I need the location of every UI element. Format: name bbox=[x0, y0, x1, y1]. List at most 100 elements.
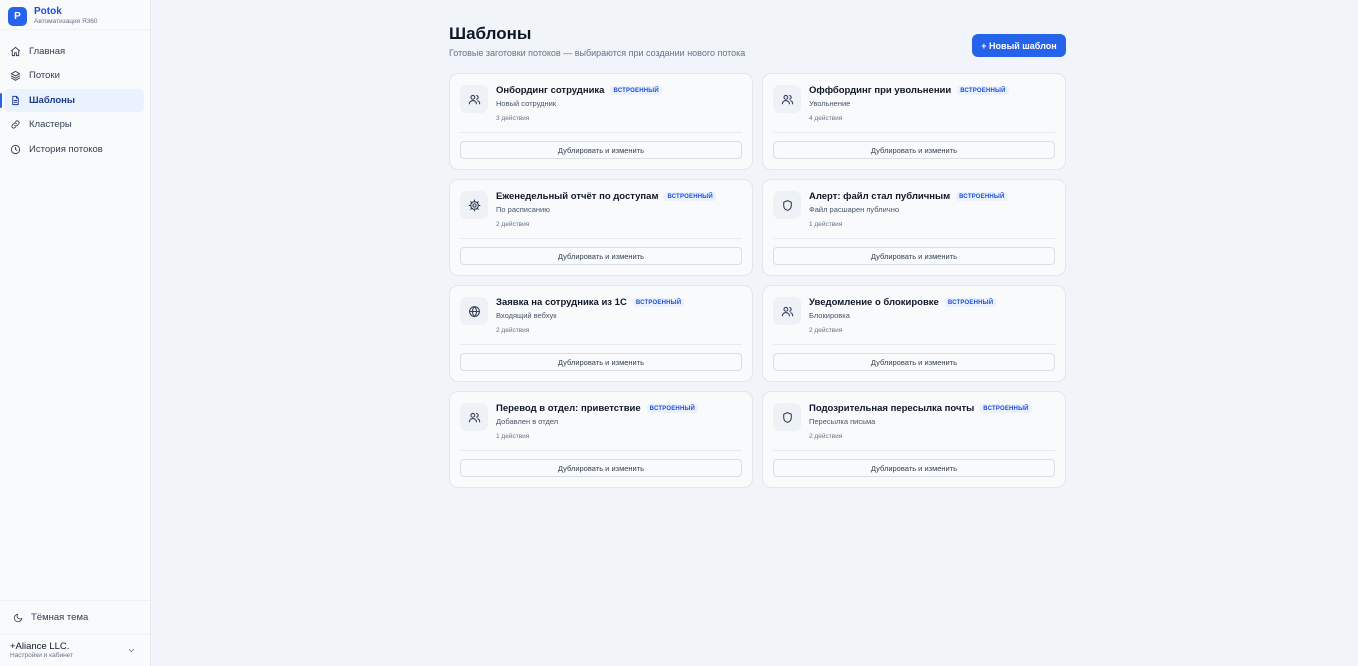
template-card: Алерт: файл стал публичным ВСТРОЕННЫЙ Файл… bbox=[762, 179, 1066, 276]
divider bbox=[773, 450, 1055, 451]
template-trigger: Увольнение bbox=[809, 99, 851, 108]
template-trigger: Новый сотрудник bbox=[496, 99, 557, 108]
clock-icon bbox=[10, 144, 21, 154]
template-card: Оффбординг при увольнении ВСТРОЕННЫЙ Уволь… bbox=[762, 73, 1066, 170]
template-actions-count: 2 действия bbox=[809, 327, 843, 334]
duplicate-edit-button[interactable]: Дублировать и изменить bbox=[773, 353, 1055, 371]
template-title: Уведомление о блокировке bbox=[809, 297, 939, 308]
account-name: +Aliance LLC. bbox=[10, 640, 70, 652]
duplicate-edit-button[interactable]: Дублировать и изменить bbox=[773, 141, 1055, 159]
template-trigger: Блокировка bbox=[809, 311, 850, 320]
template-title: Перевод в отдел: приветствие bbox=[496, 403, 641, 414]
globe-icon bbox=[468, 305, 480, 317]
template-card: Еженедельный отчёт по доступам ВСТРОЕННЫЙ… bbox=[449, 179, 753, 276]
template-title: Алерт: файл стал публичным bbox=[809, 191, 951, 202]
template-title: Подозрительная пересылка почты bbox=[809, 403, 975, 414]
template-card: Подозрительная пересылка почты ВСТРОЕННЫЙ… bbox=[762, 391, 1066, 488]
account-menu[interactable]: +Aliance LLC. Настройки и кабинет bbox=[0, 634, 150, 666]
template-title: Еженедельный отчёт по доступам bbox=[496, 191, 659, 202]
users-icon bbox=[781, 94, 793, 104]
sidebar-item-flows[interactable]: Потоки bbox=[4, 64, 144, 87]
sidebar-item-history[interactable]: История потоков bbox=[4, 138, 144, 161]
template-actions-count: 2 действия bbox=[496, 221, 530, 228]
template-card: Уведомление о блокировке ВСТРОЕННЫЙ Блокир… bbox=[762, 285, 1066, 382]
divider bbox=[460, 238, 742, 239]
divider bbox=[460, 132, 742, 133]
template-card: Заявка на сотрудника из 1С ВСТРОЕННЫЙ Вход… bbox=[449, 285, 753, 382]
template-trigger: Пересылка письма bbox=[809, 417, 876, 426]
duplicate-edit-button[interactable]: Дублировать и изменить bbox=[460, 353, 742, 371]
template-title: Оффбординг при увольнении bbox=[809, 85, 952, 96]
builtin-badge: ВСТРОЕННЫЙ bbox=[632, 298, 685, 307]
builtin-badge: ВСТРОЕННЫЙ bbox=[664, 192, 716, 201]
template-actions-count: 3 действия bbox=[496, 115, 530, 122]
builtin-badge: ВСТРОЕННЫЙ bbox=[646, 404, 699, 413]
template-title: Онбординг сотрудника bbox=[496, 85, 605, 96]
template-actions-count: 1 действия bbox=[496, 433, 530, 440]
sidebar-item-home[interactable]: Главная bbox=[4, 40, 144, 63]
gear-icon bbox=[468, 199, 480, 211]
divider bbox=[773, 132, 1055, 133]
duplicate-edit-button[interactable]: Дублировать и изменить bbox=[460, 247, 742, 265]
template-icon-box bbox=[460, 297, 488, 325]
divider bbox=[773, 344, 1055, 345]
brand[interactable]: P Potok Автоматизация Я360 bbox=[0, 0, 150, 30]
theme-toggle[interactable]: Тёмная тема bbox=[0, 600, 150, 634]
chevron-down-icon bbox=[128, 649, 135, 652]
document-icon bbox=[12, 95, 19, 105]
duplicate-edit-button[interactable]: Дублировать и изменить bbox=[460, 459, 742, 477]
builtin-badge: ВСТРОЕННЫЙ bbox=[980, 404, 1032, 413]
shield-icon bbox=[782, 199, 792, 211]
sidebar-item-label: Шаблоны bbox=[29, 94, 76, 106]
template-icon-box bbox=[460, 403, 488, 431]
builtin-badge: ВСТРОЕННЫЙ bbox=[957, 86, 1009, 95]
sidebar-item-label: Кластеры bbox=[29, 119, 72, 130]
template-card: Онбординг сотрудника ВСТРОЕННЫЙ Новый сотр… bbox=[449, 73, 753, 170]
duplicate-edit-button[interactable]: Дублировать и изменить bbox=[460, 141, 742, 159]
template-title: Заявка на сотрудника из 1С bbox=[496, 297, 627, 308]
account-subtitle: Настройки и кабинет bbox=[10, 652, 74, 659]
templates-grid: Онбординг сотрудника ВСТРОЕННЫЙ Новый сотр… bbox=[449, 73, 1066, 488]
sidebar-item-clusters[interactable]: Кластеры bbox=[4, 113, 144, 136]
template-actions-count: 4 действия bbox=[809, 115, 843, 122]
layers-icon bbox=[10, 70, 21, 81]
template-icon-box bbox=[773, 191, 801, 219]
link-icon bbox=[11, 120, 20, 129]
home-icon bbox=[10, 46, 21, 56]
template-icon-box bbox=[773, 403, 801, 431]
sidebar-item-templates[interactable]: Шаблоны bbox=[0, 88, 144, 112]
builtin-badge: ВСТРОЕННЫЙ bbox=[956, 192, 1008, 201]
template-trigger: Добавлен в отдел bbox=[496, 417, 559, 426]
sidebar-item-label: Главная bbox=[29, 45, 66, 57]
template-icon-box bbox=[773, 297, 801, 325]
brand-subtitle: Автоматизация Я360 bbox=[34, 18, 98, 26]
shield-icon bbox=[782, 411, 792, 423]
sidebar: P Potok Автоматизация Я360 Главная Потоки… bbox=[0, 0, 151, 666]
template-trigger: Входящий вебхук bbox=[496, 311, 557, 320]
template-actions-count: 1 действия bbox=[809, 221, 843, 228]
divider bbox=[460, 344, 742, 345]
sidebar-item-label: Потоки bbox=[29, 70, 60, 81]
template-icon-box bbox=[460, 85, 488, 113]
page-header: Шаблоны Готовые заготовки потоков — выби… bbox=[449, 24, 1066, 64]
duplicate-edit-button[interactable]: Дублировать и изменить bbox=[773, 459, 1055, 477]
brand-name: Potok bbox=[34, 6, 62, 18]
template-trigger: По расписанию bbox=[496, 205, 550, 214]
sidebar-item-label: История потоков bbox=[29, 143, 103, 155]
builtin-badge: ВСТРОЕННЫЙ bbox=[944, 298, 997, 307]
brand-logo: P bbox=[8, 7, 27, 26]
users-icon bbox=[468, 94, 480, 104]
template-actions-count: 2 действия bbox=[809, 433, 843, 440]
divider bbox=[773, 238, 1055, 239]
builtin-badge: ВСТРОЕННЫЙ bbox=[610, 86, 662, 95]
duplicate-edit-button[interactable]: Дублировать и изменить bbox=[773, 247, 1055, 265]
template-trigger: Файл расшарен публично bbox=[809, 205, 900, 214]
template-actions-count: 2 действия bbox=[496, 327, 530, 334]
moon-icon bbox=[13, 613, 23, 622]
theme-toggle-label: Тёмная тема bbox=[31, 612, 89, 623]
users-icon bbox=[781, 306, 793, 316]
new-template-button[interactable]: + Новый шаблон bbox=[972, 34, 1066, 57]
users-icon bbox=[468, 412, 480, 422]
sidebar-nav: Главная Потоки Шаблоны Кластеры История пото… bbox=[0, 30, 150, 161]
template-icon-box bbox=[773, 85, 801, 113]
